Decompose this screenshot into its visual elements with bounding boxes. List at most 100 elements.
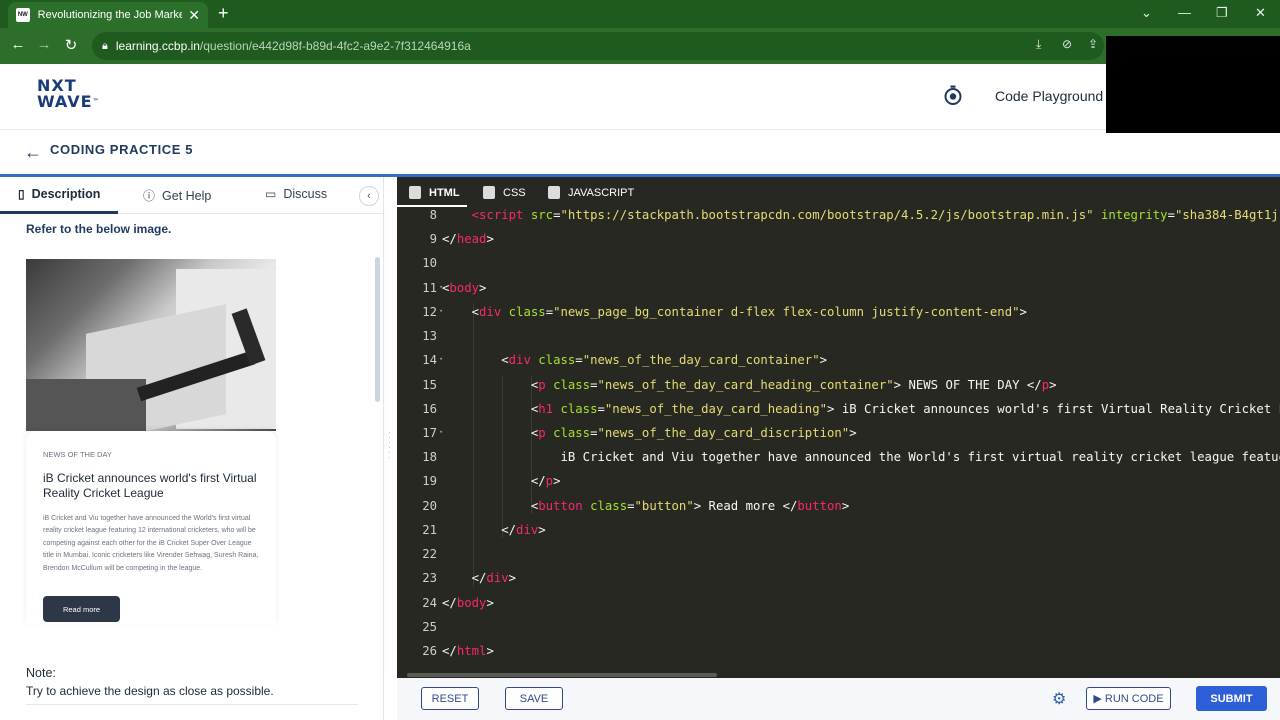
browser-tabbar: NW Revolutionizing the Job Market | ✕ + … xyxy=(0,0,1280,28)
note-title: Note: xyxy=(26,666,56,680)
news-description: iB Cricket and Viu together have announc… xyxy=(43,515,259,572)
code-line: </div> xyxy=(442,523,546,537)
tab-discuss-label: Discuss xyxy=(283,187,328,201)
news-heading: iB Cricket announces world's first Virtu… xyxy=(43,471,257,500)
tab-discuss[interactable]: ▭ Discuss xyxy=(265,187,327,201)
nxtwave-logo[interactable]: NXT WAVE™ xyxy=(37,78,100,110)
tab-html-label: HTML xyxy=(429,186,460,199)
site-favicon-icon: NW xyxy=(16,8,30,22)
save-button[interactable]: SAVE xyxy=(505,687,563,710)
line-number: 22 xyxy=(422,547,437,561)
close-window-button[interactable]: ✕ xyxy=(1255,5,1266,21)
note-text: Try to achieve the design as close as po… xyxy=(26,684,274,698)
line-number: 9 xyxy=(429,232,437,246)
new-tab-button[interactable]: + xyxy=(218,4,229,22)
panel-scrollbar[interactable] xyxy=(375,257,380,402)
tab-description[interactable]: ▯ Description xyxy=(18,187,100,201)
code-line: </p> xyxy=(442,474,561,488)
tab-css-label: CSS xyxy=(503,186,526,199)
line-number: 13 xyxy=(422,329,437,343)
description-panel: ▯ Description ⓘ Get Help ▭ Discuss ‹ Ref… xyxy=(0,177,384,720)
editor-horizontal-scrollbar[interactable] xyxy=(407,673,717,677)
line-number: 14 xyxy=(422,353,437,367)
code-editor[interactable]: HTML CSS JAVASCRIPT 8 9 10 11 12 13 14 1… xyxy=(397,177,1280,678)
refer-text: Refer to the below image. xyxy=(26,222,172,236)
maximize-button[interactable]: ❐ xyxy=(1216,5,1228,21)
line-number: 10 xyxy=(422,256,437,270)
chat-icon: ▭ xyxy=(265,187,277,201)
practice-subheader: ← CODING PRACTICE 5 xyxy=(0,130,1280,174)
line-number: 17 xyxy=(422,426,437,440)
active-editor-tab-indicator xyxy=(397,205,467,207)
tab-get-help-label: Get Help xyxy=(162,188,212,203)
newspaper-image xyxy=(26,259,276,431)
line-number: 19 xyxy=(422,474,437,488)
reset-button[interactable]: RESET xyxy=(421,687,479,710)
forward-icon[interactable]: → xyxy=(34,36,54,53)
document-icon: ▯ xyxy=(18,187,25,201)
reference-card: NEWS OF THE DAY iB Cricket announces wor… xyxy=(26,259,276,624)
line-number: 24 xyxy=(422,596,437,610)
run-code-button[interactable]: ▶ RUN CODE xyxy=(1086,687,1171,710)
code-line: <div class="news_page_bg_container d-fle… xyxy=(442,305,1027,319)
code-line: <button class="button"> Read more </butt… xyxy=(442,499,850,513)
redaction-box xyxy=(1106,36,1280,133)
indent-guide xyxy=(473,303,474,587)
tracking-off-icon[interactable]: ⊘ xyxy=(1062,37,1072,51)
panel-resize-handle[interactable]: · · · · · · xyxy=(388,429,392,462)
back-icon[interactable]: ← xyxy=(8,36,28,53)
line-number: 23 xyxy=(422,571,437,585)
tab-css[interactable]: CSS xyxy=(483,186,526,199)
panel-tabs: ▯ Description ⓘ Get Help ▭ Discuss ‹ xyxy=(0,177,384,214)
back-arrow-icon[interactable]: ← xyxy=(24,142,42,163)
code-playground-link[interactable]: Code Playground xyxy=(995,88,1103,104)
line-number: 21 xyxy=(422,523,437,537)
tab-description-label: Description xyxy=(31,187,101,201)
tab-get-help[interactable]: ⓘ Get Help xyxy=(143,187,211,204)
tab-title: Revolutionizing the Job Market | xyxy=(37,9,183,21)
line-number: 20 xyxy=(422,499,437,513)
submit-button[interactable]: SUBMIT xyxy=(1196,686,1267,711)
url-host: learning.ccbp.in xyxy=(115,39,200,53)
browser-tab[interactable]: NW Revolutionizing the Job Market | ✕ xyxy=(8,2,208,28)
indent-guide xyxy=(531,376,532,514)
code-line: </div> xyxy=(442,571,517,585)
tab-html[interactable]: HTML xyxy=(409,186,460,199)
news-label: NEWS OF THE DAY xyxy=(43,450,112,459)
code-line: <p class="news_of_the_day_card_discripti… xyxy=(442,426,857,440)
line-number: 15 xyxy=(422,378,437,392)
line-number: 16 xyxy=(422,402,437,416)
install-app-icon[interactable]: ⤓ xyxy=(1036,37,1041,52)
divider xyxy=(26,704,358,705)
js-icon xyxy=(548,186,560,199)
tab-javascript[interactable]: JAVASCRIPT xyxy=(548,186,634,199)
line-number: 25 xyxy=(422,620,437,634)
read-more-button[interactable]: Read more xyxy=(43,596,120,622)
gear-icon[interactable]: ⚙ xyxy=(1052,689,1066,709)
tab-search-icon[interactable]: ⌄ xyxy=(1141,5,1152,21)
browser-toolbar: ← → ↻ 🔒︎ learning.ccbp.in/question/e442d… xyxy=(0,28,1280,64)
collapse-panel-button[interactable]: ‹ xyxy=(359,186,379,206)
line-number: 11 xyxy=(422,281,437,295)
editor-action-bar: RESET SAVE ⚙ ▶ RUN CODE SUBMIT xyxy=(397,678,1280,720)
logo-line2: WAVE xyxy=(37,92,93,111)
help-icon: ⓘ xyxy=(143,189,156,203)
code-line: </html> xyxy=(442,644,494,658)
tab-close-icon[interactable]: ✕ xyxy=(188,7,200,24)
active-tab-indicator xyxy=(0,211,118,214)
code-line: <h1 class="news_of_the_day_card_heading"… xyxy=(442,402,1280,416)
address-bar[interactable]: 🔒︎ learning.ccbp.in/question/e442d98f-b8… xyxy=(92,32,1104,60)
reload-icon[interactable]: ↻ xyxy=(61,36,81,54)
code-line: <script src="https://stackpath.bootstrap… xyxy=(471,208,1280,222)
line-number: 12 xyxy=(422,305,437,319)
timer-icon[interactable] xyxy=(942,84,964,106)
app-header: NXT WAVE™ Code Playground xyxy=(0,64,1280,130)
editor-tabs: HTML CSS JAVASCRIPT xyxy=(397,177,1280,207)
minimize-button[interactable]: — xyxy=(1178,5,1191,20)
css3-icon xyxy=(483,186,495,199)
tab-javascript-label: JAVASCRIPT xyxy=(568,186,635,199)
code-line: <div class="news_of_the_day_card_contain… xyxy=(442,353,828,367)
code-line: </body> xyxy=(442,596,494,610)
code-line: <p class="news_of_the_day_card_heading_c… xyxy=(442,378,1057,392)
share-icon[interactable]: ⇪ xyxy=(1088,37,1098,51)
